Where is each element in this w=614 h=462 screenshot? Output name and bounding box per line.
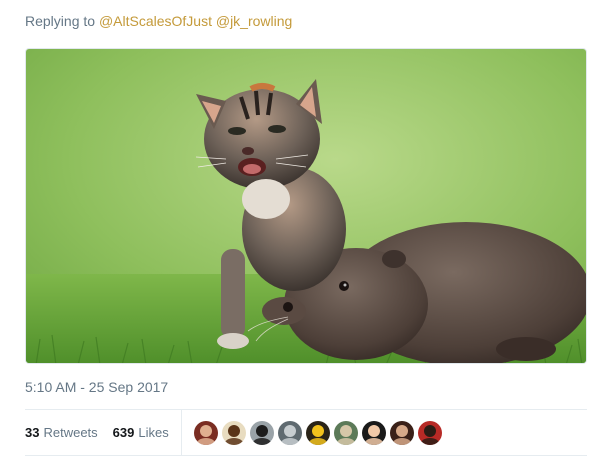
retweets-stat[interactable]: 33 Retweets: [25, 425, 98, 440]
stats-separator: [180, 410, 182, 455]
avatar-6[interactable]: [333, 420, 358, 445]
retweets-label: Retweets: [43, 425, 98, 440]
avatar-4[interactable]: [277, 420, 302, 445]
likes-label: Likes: [138, 425, 169, 440]
mention-jk-rowling-link[interactable]: @jk_rowling: [216, 13, 292, 29]
liker-avatars: [193, 420, 442, 445]
likes-count: 639: [112, 425, 135, 440]
replying-to-label: Replying to: [25, 13, 96, 29]
tweet-stats-bar: 33 Retweets 639 Likes: [25, 410, 442, 455]
avatar-7[interactable]: [361, 420, 386, 445]
avatar-5[interactable]: [305, 420, 330, 445]
avatar-8[interactable]: [389, 420, 414, 445]
avatar-9[interactable]: [417, 420, 442, 445]
mention-altscalesofjust-link[interactable]: @AltScalesOfJust: [99, 13, 212, 29]
likes-stat[interactable]: 639 Likes: [113, 425, 169, 440]
avatar-2[interactable]: [221, 420, 246, 445]
avatar-1[interactable]: [193, 420, 218, 445]
retweets-count: 33: [25, 425, 40, 440]
divider: [25, 455, 587, 456]
avatar-3[interactable]: [249, 420, 274, 445]
replying-to-line: Replying to @AltScalesOfJust @jk_rowling: [25, 13, 292, 29]
tweet-photo[interactable]: [25, 48, 587, 364]
tweet-timestamp[interactable]: 5:10 AM - 25 Sep 2017: [25, 379, 168, 395]
